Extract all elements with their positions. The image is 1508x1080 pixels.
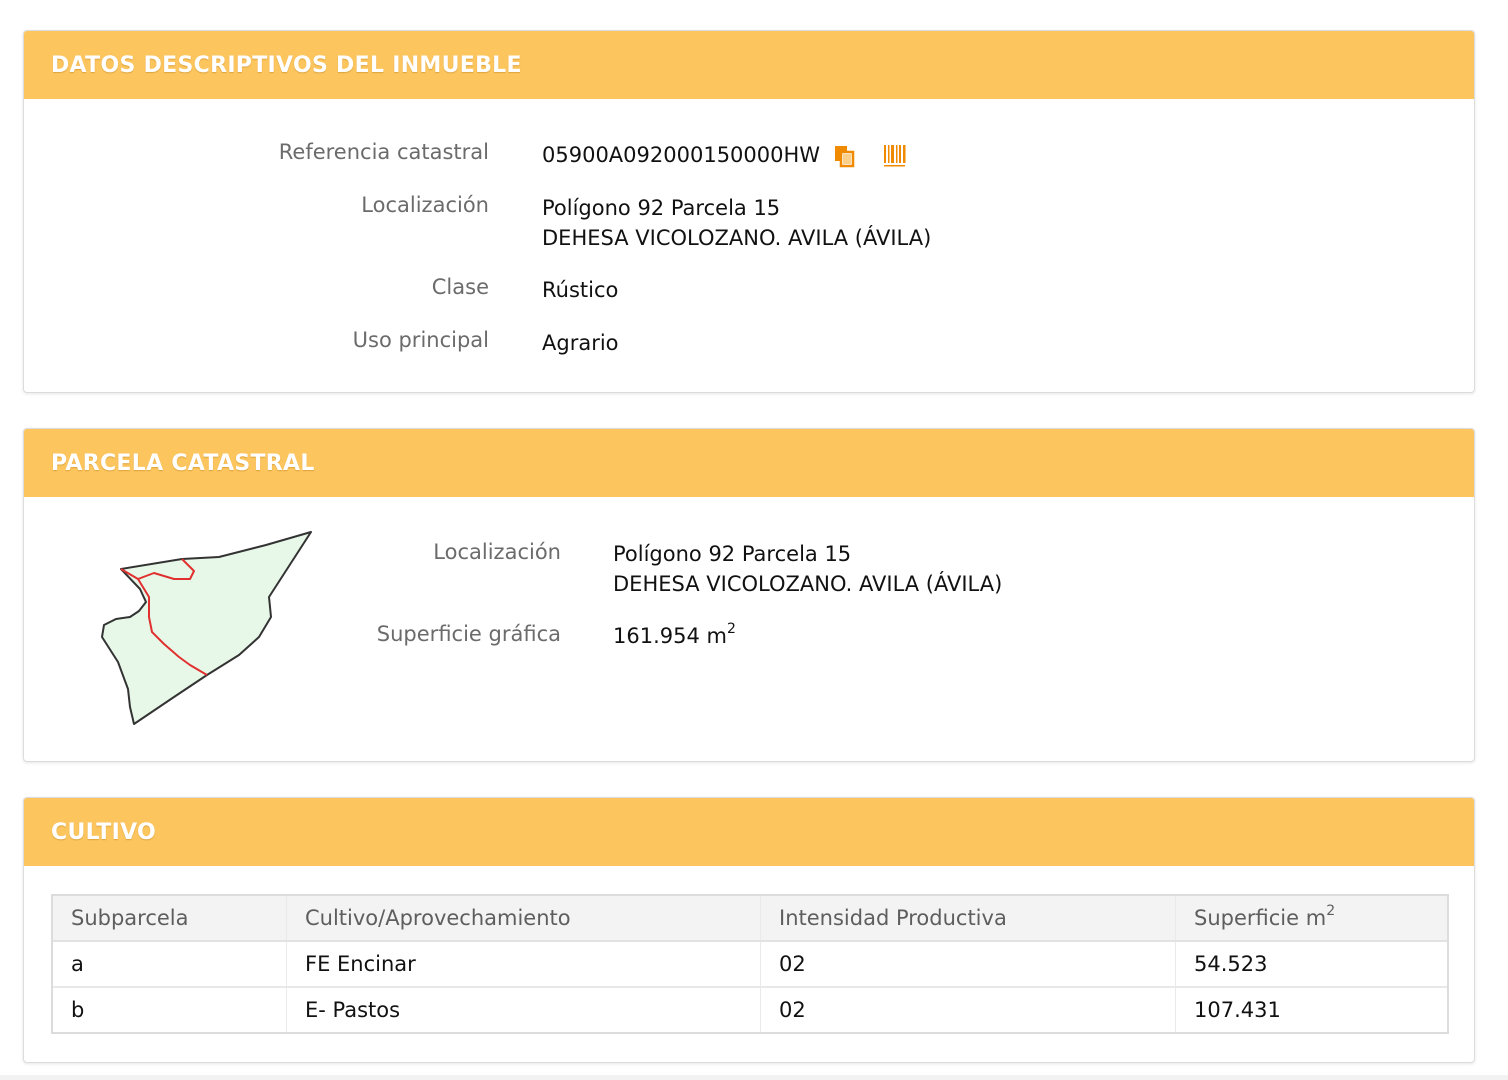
localizacion-line1: Polígono 92 Parcela 15 xyxy=(542,196,781,220)
clase-value: Rústico xyxy=(542,278,619,302)
cell-cultivo: FE Encinar xyxy=(286,941,761,988)
superficie-grafica-exponent: 2 xyxy=(726,621,736,637)
parcela-localizacion-line1: Polígono 92 Parcela 15 xyxy=(613,542,852,566)
header-cultivo: Cultivo/Aprovechamiento xyxy=(286,896,761,942)
cell-subparcela: b xyxy=(71,998,85,1022)
cultivo-table: Subparcela Cultivo/Aprovechamiento Inten… xyxy=(53,896,1447,1032)
superficie-grafica-number: 161.954 m xyxy=(613,624,727,648)
superficie-grafica-value: 161.954 m2 xyxy=(613,621,736,651)
localizacion-line2: DEHESA VICOLOZANO. AVILA (ÁVILA) xyxy=(542,226,932,250)
parcela-panel-title: PARCELA CATASTRAL xyxy=(51,450,315,476)
cell-superficie: 54.523 xyxy=(1175,941,1447,988)
localizacion-label: Localización xyxy=(361,193,489,217)
header-superficie: Superficie m2 xyxy=(1175,896,1447,942)
superficie-grafica-label: Superficie gráfica xyxy=(376,622,561,646)
referencia-catastral-row: 05900A092000150000HW xyxy=(542,140,907,170)
parcela-panel: PARCELA CATASTRAL Localización Polígono … xyxy=(23,428,1475,762)
header-intensidad: Intensidad Productiva xyxy=(760,896,1176,942)
cell-intensidad: 02 xyxy=(760,987,1176,1032)
parcela-panel-header: PARCELA CATASTRAL xyxy=(24,429,1474,497)
barcode-icon[interactable] xyxy=(883,144,907,168)
header-superficie-label: Superficie m xyxy=(1194,906,1327,930)
referencia-icons xyxy=(833,144,907,168)
copy-icon[interactable] xyxy=(833,144,857,168)
table-header-row: Subparcela Cultivo/Aprovechamiento Inten… xyxy=(53,896,1447,942)
header-superficie-exponent: 2 xyxy=(1326,903,1336,919)
parcela-localizacion-label: Localización xyxy=(433,540,561,564)
parcela-localizacion-line2: DEHESA VICOLOZANO. AVILA (ÁVILA) xyxy=(613,572,1003,596)
cultivo-panel: CULTIVO Subparcela Cultivo/Aprovechamien… xyxy=(23,797,1475,1063)
referencia-catastral-value: 05900A092000150000HW xyxy=(542,143,821,167)
cultivo-panel-header: CULTIVO xyxy=(24,798,1474,866)
inmueble-panel-title: DATOS DESCRIPTIVOS DEL INMUEBLE xyxy=(51,52,522,78)
cell-intensidad: 02 xyxy=(760,941,1176,988)
localizacion-value: Polígono 92 Parcela 15 DEHESA VICOLOZANO… xyxy=(542,193,931,253)
referencia-catastral-label: Referencia catastral xyxy=(278,140,489,164)
parcel-outline xyxy=(101,531,312,725)
cultivo-panel-title: CULTIVO xyxy=(51,819,157,845)
uso-principal-value: Agrario xyxy=(542,331,619,355)
uso-principal-label: Uso principal xyxy=(352,328,489,352)
inmueble-panel: DATOS DESCRIPTIVOS DEL INMUEBLE Referenc… xyxy=(23,30,1475,393)
cell-superficie: 107.431 xyxy=(1175,987,1447,1032)
table-row: b E- Pastos 02 107.431 xyxy=(53,987,1447,1032)
cultivo-table-wrapper: Subparcela Cultivo/Aprovechamiento Inten… xyxy=(51,894,1449,1034)
parcela-localizacion-value: Polígono 92 Parcela 15 DEHESA VICOLOZANO… xyxy=(613,539,1002,599)
inmueble-panel-header: DATOS DESCRIPTIVOS DEL INMUEBLE xyxy=(24,31,1474,99)
parcel-map[interactable] xyxy=(94,527,324,737)
cell-subparcela: a xyxy=(53,941,287,988)
clase-label: Clase xyxy=(431,275,489,299)
table-row: a FE Encinar 02 54.523 xyxy=(53,941,1447,988)
header-subparcela: Subparcela xyxy=(53,896,287,942)
cell-cultivo: E- Pastos xyxy=(286,987,761,1032)
